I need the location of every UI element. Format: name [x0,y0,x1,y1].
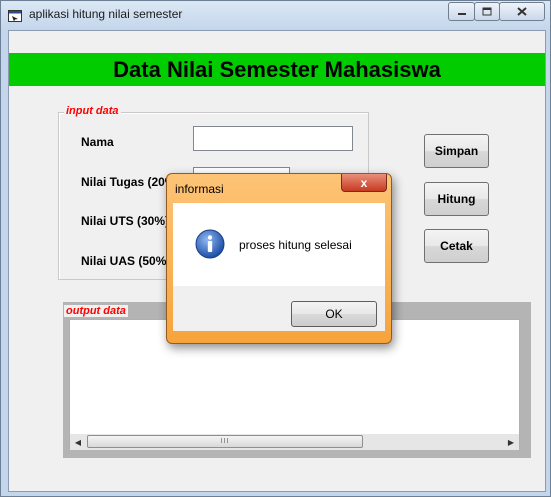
nilai-uts-label: Nilai UTS (30%) [81,214,170,228]
form-heading-banner: Data Nilai Semester Mahasiswa [9,53,545,86]
scroll-thumb[interactable]: III [87,435,363,448]
close-icon [517,3,527,21]
dialog-close-button[interactable]: x [341,174,387,192]
maximize-icon [482,3,492,21]
nilai-uas-label: Nilai UAS (50%) [81,254,171,268]
dialog-title: informasi [175,182,224,196]
output-group-legend: output data [64,305,128,317]
close-button[interactable] [499,2,545,21]
maximize-button[interactable] [474,2,500,21]
minimize-icon [457,3,467,21]
window-title: aplikasi hitung nilai semester [29,7,183,21]
output-horizontal-scrollbar[interactable]: ◀ III ▶ [70,434,519,450]
scroll-grip: III [220,438,230,445]
dialog-close-icon: x [360,175,368,190]
cetak-button[interactable]: Cetak [424,229,489,263]
hitung-button[interactable]: Hitung [424,182,489,216]
ok-button[interactable]: OK [291,301,377,327]
simpan-button[interactable]: Simpan [424,134,489,168]
info-icon [195,229,225,259]
scroll-right-arrow-icon[interactable]: ▶ [503,434,519,450]
nama-label: Nama [81,135,114,149]
informasi-dialog: informasi x proses hitung selesai OK [166,173,392,344]
minimize-button[interactable] [448,2,475,21]
nama-input[interactable] [193,126,353,151]
scroll-left-arrow-icon[interactable]: ◀ [70,434,86,450]
nilai-tugas-label: Nilai Tugas (20%) [81,175,180,189]
input-group-legend: input data [64,105,121,117]
dialog-message: proses hitung selesai [239,238,352,252]
title-bar[interactable]: aplikasi hitung nilai semester [1,1,550,29]
app-window-icon [8,9,22,22]
